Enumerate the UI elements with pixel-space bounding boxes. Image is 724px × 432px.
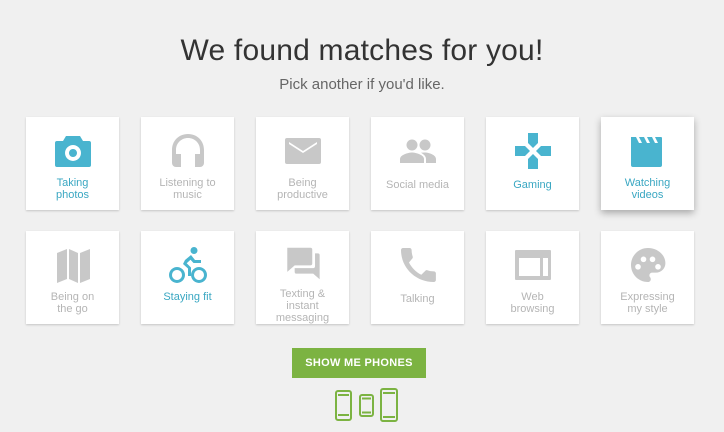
tile-being-on-the-go[interactable]: Being on the go	[26, 231, 119, 324]
tile-label: Texting & instant messaging	[275, 288, 330, 324]
chat-icon	[286, 247, 320, 280]
tile-taking-photos[interactable]: Taking photos	[26, 117, 119, 210]
tile-expressing-my-style[interactable]: Expressing my style	[601, 231, 694, 324]
email-icon	[284, 138, 321, 164]
clapperboard-icon	[630, 137, 662, 167]
tile-label: Listening to music	[159, 177, 216, 201]
tile-label: Talking	[400, 293, 435, 305]
tile-texting-instant-messaging[interactable]: Texting & instant messaging	[256, 231, 349, 324]
people-icon	[399, 139, 436, 163]
tile-label: Being productive	[277, 177, 328, 201]
palette-icon	[630, 248, 665, 282]
map-icon	[56, 249, 90, 283]
camera-icon	[54, 136, 91, 167]
web-page-icon	[514, 250, 551, 280]
tile-staying-fit[interactable]: Staying fit	[141, 231, 234, 324]
tile-label: Social media	[386, 179, 449, 191]
page-subtitle: Pick another if you'd like.	[279, 76, 445, 93]
tile-label: Being on the go	[50, 291, 95, 315]
interest-grid: Taking photos Listening to music Being p…	[26, 117, 694, 324]
tile-watching-videos[interactable]: Watching videos	[601, 117, 694, 210]
headphones-icon	[171, 134, 204, 167]
tile-social-media[interactable]: Social media	[371, 117, 464, 210]
phones-icon	[335, 388, 398, 422]
page-title: We found matches for you!	[180, 34, 544, 67]
gamepad-icon	[514, 133, 551, 169]
show-me-phones-button[interactable]: SHOW ME PHONES	[292, 348, 426, 378]
phone-icon	[400, 248, 436, 282]
tile-talking[interactable]: Talking	[371, 231, 464, 324]
tile-label: Expressing my style	[620, 291, 675, 315]
bicycle-icon	[168, 247, 207, 283]
tile-label: Taking photos	[55, 177, 90, 201]
tile-label: Web browsing	[510, 291, 555, 315]
tile-label: Watching videos	[624, 177, 671, 201]
tile-gaming[interactable]: Gaming	[486, 117, 579, 210]
tile-listening-to-music[interactable]: Listening to music	[141, 117, 234, 210]
tile-label: Gaming	[513, 179, 552, 191]
tile-web-browsing[interactable]: Web browsing	[486, 231, 579, 324]
tile-label: Staying fit	[163, 291, 212, 303]
tile-being-productive[interactable]: Being productive	[256, 117, 349, 210]
